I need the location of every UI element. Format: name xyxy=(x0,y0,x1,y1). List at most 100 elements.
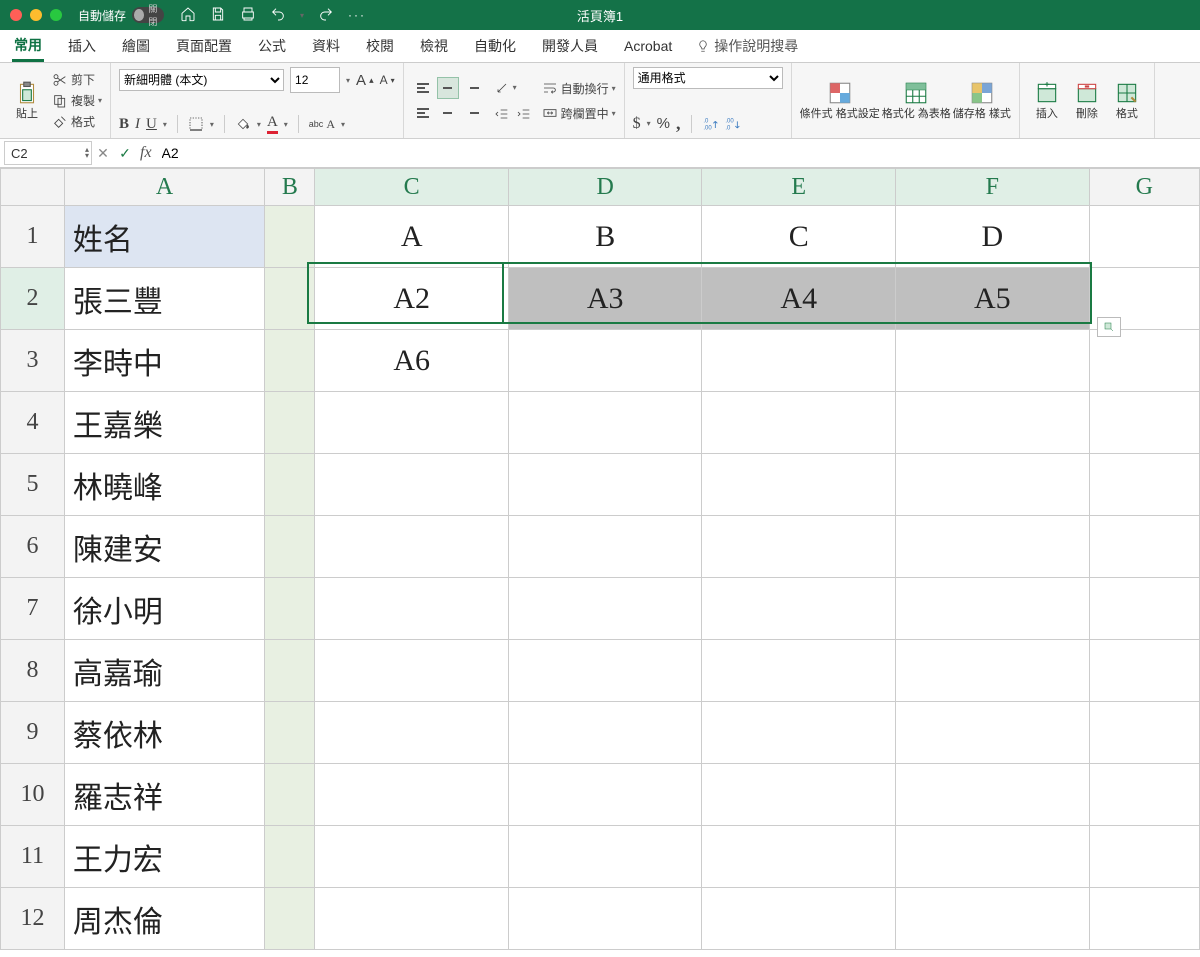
cell-D8[interactable] xyxy=(508,640,702,702)
cell-A9[interactable]: 蔡依林 xyxy=(64,702,264,764)
italic-button[interactable]: I xyxy=(135,116,140,133)
home-icon[interactable] xyxy=(180,6,196,25)
row-header-8[interactable]: 8 xyxy=(1,640,65,702)
copy-button[interactable]: 複製▾ xyxy=(52,92,102,109)
orientation-button[interactable]: ▾ xyxy=(494,80,532,96)
print-icon[interactable] xyxy=(240,6,256,25)
col-header-E[interactable]: E xyxy=(702,169,896,206)
cell-D12[interactable] xyxy=(508,888,702,950)
align-bottom-center[interactable] xyxy=(437,102,459,124)
underline-button[interactable]: U xyxy=(146,116,157,133)
row-header-12[interactable]: 12 xyxy=(1,888,65,950)
cell-E3[interactable] xyxy=(702,330,896,392)
tab-automate[interactable]: 自動化 xyxy=(472,32,518,60)
cell-C11[interactable] xyxy=(315,826,509,888)
redo-icon[interactable] xyxy=(318,6,334,25)
decrease-indent-button[interactable] xyxy=(494,106,510,122)
cell-B5[interactable] xyxy=(265,454,315,516)
align-bottom-left[interactable] xyxy=(412,102,434,124)
cell-D1[interactable]: B xyxy=(508,206,702,268)
decrease-decimal-button[interactable]: .00.0 xyxy=(724,116,740,132)
cell-D11[interactable] xyxy=(508,826,702,888)
row-header-3[interactable]: 3 xyxy=(1,330,65,392)
bold-button[interactable]: B xyxy=(119,116,129,133)
tab-review[interactable]: 校閱 xyxy=(364,32,396,60)
cell-F11[interactable] xyxy=(896,826,1090,888)
cell-F10[interactable] xyxy=(896,764,1090,826)
phonetic-button[interactable]: abcA xyxy=(309,117,335,132)
cell-A10[interactable]: 羅志祥 xyxy=(64,764,264,826)
format-as-table-button[interactable]: 格式化 為表格 xyxy=(882,80,951,120)
cell-A1[interactable]: 姓名 xyxy=(64,206,264,268)
select-all-corner[interactable] xyxy=(1,169,65,206)
cell-A12[interactable]: 周杰倫 xyxy=(64,888,264,950)
cell-A11[interactable]: 王力宏 xyxy=(64,826,264,888)
cell-D4[interactable] xyxy=(508,392,702,454)
cell-B11[interactable] xyxy=(265,826,315,888)
align-top-center[interactable] xyxy=(437,77,459,99)
insert-cells-button[interactable]: 插入 xyxy=(1028,80,1066,120)
cell-C4[interactable] xyxy=(315,392,509,454)
col-header-C[interactable]: C xyxy=(315,169,509,206)
cell-B4[interactable] xyxy=(265,392,315,454)
cell-G1[interactable] xyxy=(1089,206,1199,268)
cell-G12[interactable] xyxy=(1089,888,1199,950)
border-button[interactable] xyxy=(188,116,204,132)
tell-me-search[interactable]: 操作說明搜尋 xyxy=(696,36,798,56)
cell-C9[interactable] xyxy=(315,702,509,764)
cell-D2[interactable]: A3 xyxy=(508,268,702,330)
cell-C6[interactable] xyxy=(315,516,509,578)
cell-F3[interactable] xyxy=(896,330,1090,392)
row-header-9[interactable]: 9 xyxy=(1,702,65,764)
cell-C1[interactable]: A xyxy=(315,206,509,268)
undo-dropdown[interactable]: ▾ xyxy=(300,11,304,20)
merge-center-button[interactable]: 跨欄置中▾ xyxy=(542,105,616,122)
cell-A8[interactable]: 高嘉瑜 xyxy=(64,640,264,702)
cell-A4[interactable]: 王嘉樂 xyxy=(64,392,264,454)
cell-A2[interactable]: 張三豐 xyxy=(64,268,264,330)
cell-D7[interactable] xyxy=(508,578,702,640)
col-header-B[interactable]: B xyxy=(265,169,315,206)
col-header-G[interactable]: G xyxy=(1089,169,1199,206)
cell-B1[interactable] xyxy=(265,206,315,268)
cell-B2[interactable] xyxy=(265,268,315,330)
font-color-button[interactable]: A xyxy=(267,114,278,134)
cell-D5[interactable] xyxy=(508,454,702,516)
cell-E8[interactable] xyxy=(702,640,896,702)
cell-G6[interactable] xyxy=(1089,516,1199,578)
maximize-window-button[interactable] xyxy=(50,9,62,21)
align-top-right[interactable] xyxy=(462,77,484,99)
fill-color-button[interactable] xyxy=(235,116,251,132)
tab-home[interactable]: 常用 xyxy=(12,31,44,62)
cut-button[interactable]: 剪下 xyxy=(52,71,102,88)
tab-draw[interactable]: 繪圖 xyxy=(120,32,152,60)
cell-A7[interactable]: 徐小明 xyxy=(64,578,264,640)
align-bottom-right[interactable] xyxy=(462,102,484,124)
cell-B9[interactable] xyxy=(265,702,315,764)
tab-data[interactable]: 資料 xyxy=(310,32,342,60)
cell-D6[interactable] xyxy=(508,516,702,578)
row-header-5[interactable]: 5 xyxy=(1,454,65,516)
cell-C12[interactable] xyxy=(315,888,509,950)
cell-C8[interactable] xyxy=(315,640,509,702)
close-window-button[interactable] xyxy=(10,9,22,21)
minimize-window-button[interactable] xyxy=(30,9,42,21)
tab-developer[interactable]: 開發人員 xyxy=(540,32,600,60)
row-header-2[interactable]: 2 xyxy=(1,268,65,330)
cell-E7[interactable] xyxy=(702,578,896,640)
format-cells-button[interactable]: 格式 xyxy=(1108,80,1146,120)
cell-F2[interactable]: A5 xyxy=(896,268,1090,330)
cell-C3[interactable]: A6 xyxy=(315,330,509,392)
cell-D9[interactable] xyxy=(508,702,702,764)
cell-styles-button[interactable]: 儲存格 樣式 xyxy=(953,80,1011,120)
tab-pagelayout[interactable]: 頁面配置 xyxy=(174,32,234,60)
cell-E4[interactable] xyxy=(702,392,896,454)
cell-B10[interactable] xyxy=(265,764,315,826)
font-size-input[interactable] xyxy=(290,67,340,93)
col-header-F[interactable]: F xyxy=(896,169,1090,206)
tab-view[interactable]: 檢視 xyxy=(418,32,450,60)
cell-B7[interactable] xyxy=(265,578,315,640)
align-top-left[interactable] xyxy=(412,77,434,99)
row-header-10[interactable]: 10 xyxy=(1,764,65,826)
cell-F4[interactable] xyxy=(896,392,1090,454)
